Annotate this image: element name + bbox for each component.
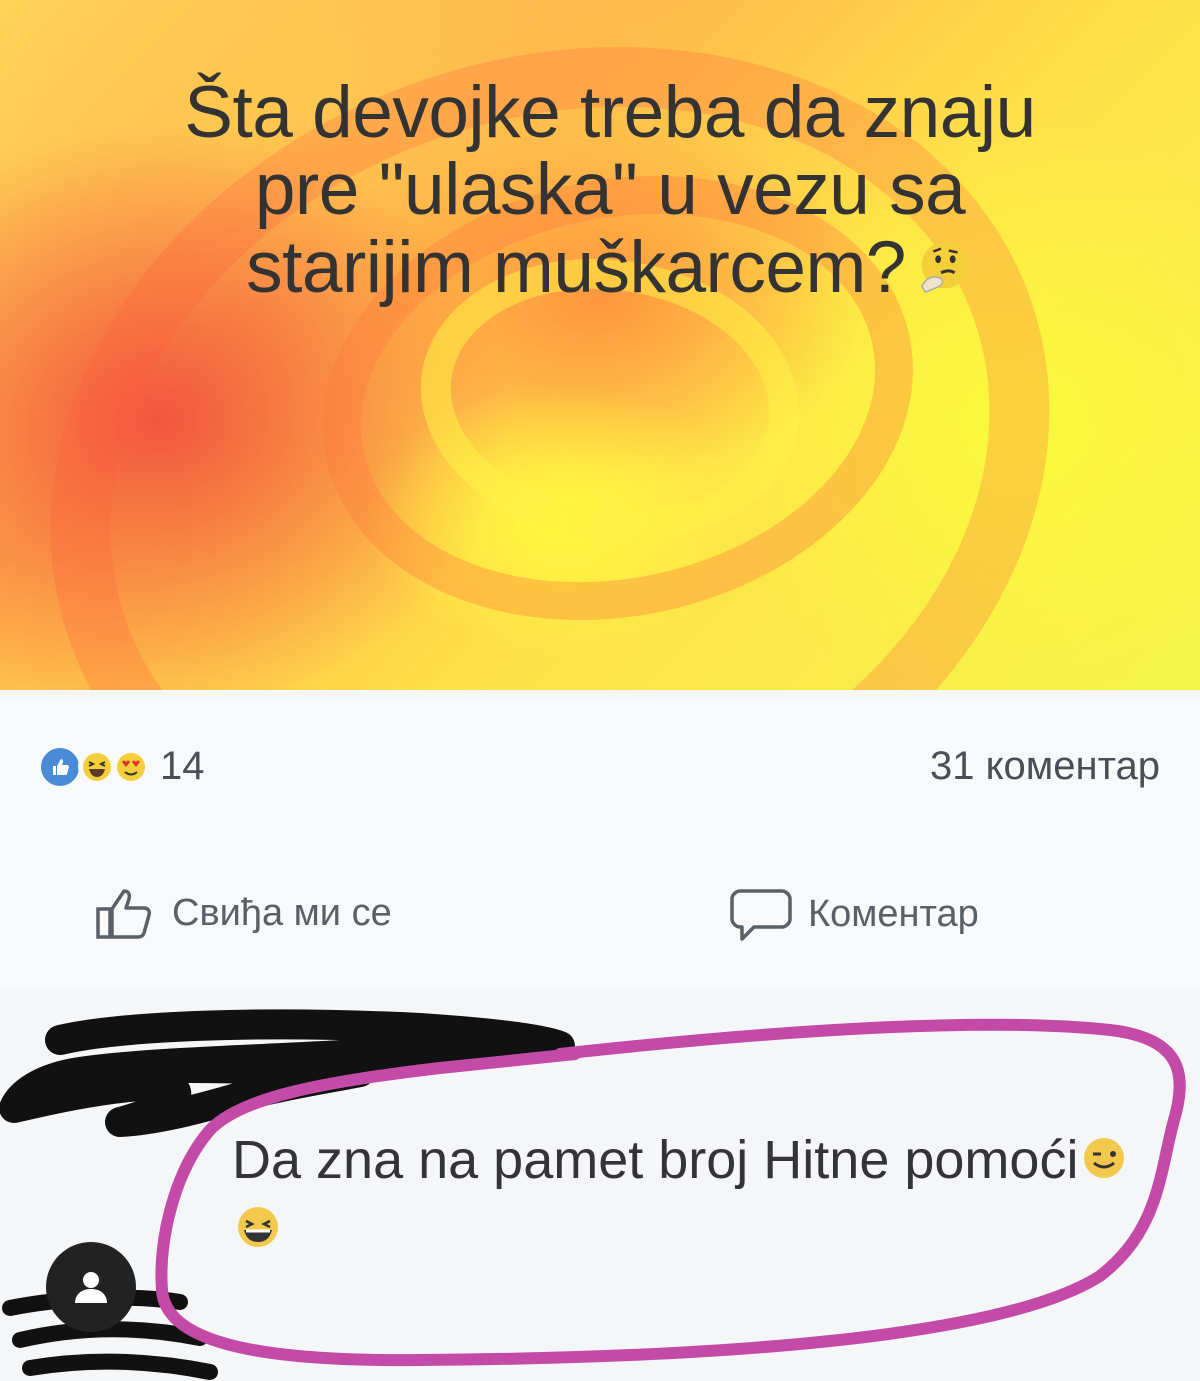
thumbs-up-icon — [96, 889, 151, 939]
comment-button-label: Коментар — [808, 892, 979, 935]
post-actions-bar: Свиђа ми се Коментар — [0, 830, 1200, 990]
winking-face-icon — [1084, 1138, 1125, 1178]
post-title: Šta devojke treba da znaju pre "ulaska" … — [150, 74, 1070, 306]
comment-body: Da zna na pamet broj Hitne pomoći — [232, 1130, 1079, 1190]
comment-button[interactable]: Коментар — [728, 885, 979, 943]
comment-text: Da zna na pamet broj Hitne pomoći — [232, 1126, 1132, 1264]
avatar[interactable] — [46, 1242, 136, 1332]
reaction-summary[interactable]: 14 — [38, 744, 205, 789]
like-button[interactable]: Свиђа ми се — [94, 885, 392, 941]
post-title-text: Šta devojke treba da znaju pre "ulaska" … — [184, 72, 1036, 308]
love-eyes-reaction-icon — [112, 747, 150, 786]
haha-reaction-icon — [78, 747, 116, 786]
speech-bubble-icon — [730, 889, 792, 941]
post-image: Šta devojke treba da znaju pre "ulaska" … — [0, 0, 1200, 690]
reaction-count: 14 — [160, 744, 205, 788]
comment-section: Da zna na pamet broj Hitne pomoći — [0, 990, 1200, 1381]
thinking-face-icon — [920, 241, 969, 293]
grinning-face-icon — [238, 1207, 278, 1248]
comment-count-link[interactable]: 31 коментар — [930, 744, 1160, 789]
user-icon — [75, 1272, 107, 1303]
redacted-author-name — [0, 1009, 575, 1137]
post-stats-bar: 14 31 коментар — [0, 700, 1200, 830]
like-reaction-icon — [38, 744, 82, 789]
like-button-label: Свиђа ми се — [172, 891, 392, 934]
